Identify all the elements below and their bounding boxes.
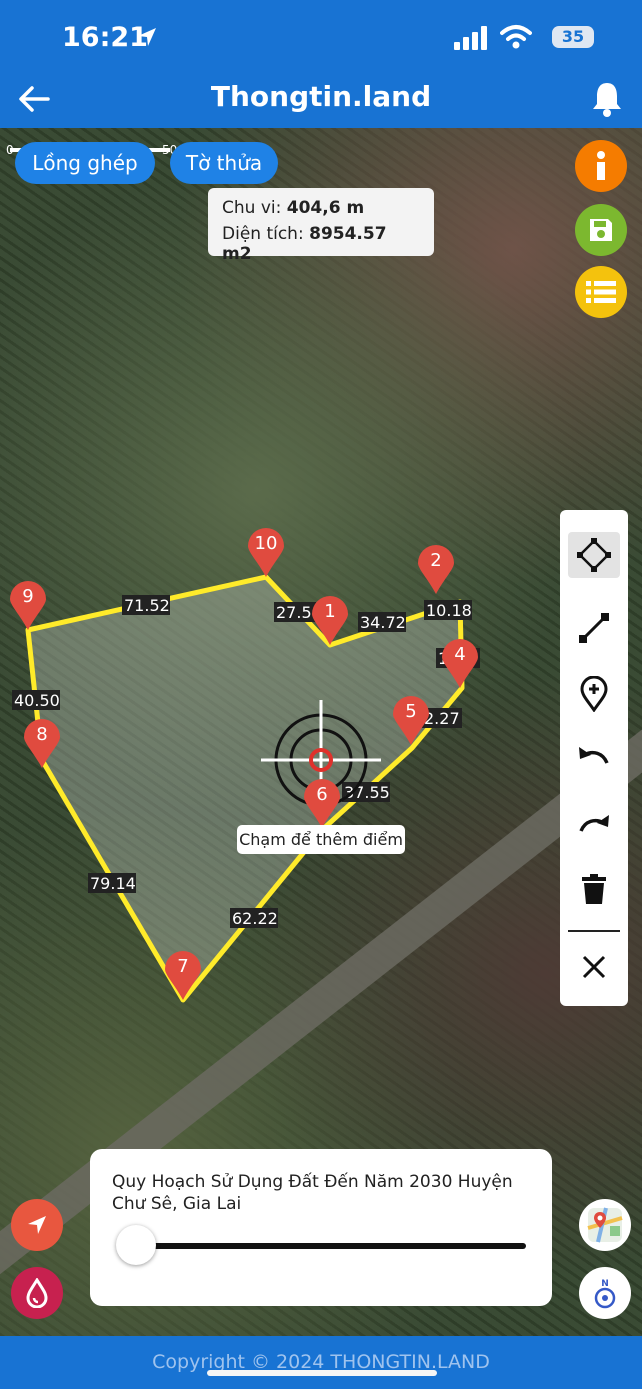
edge-label: 34.72 [360, 613, 406, 632]
vertex-pin[interactable]: 7 [165, 951, 201, 1000]
undo-icon [579, 747, 609, 764]
tab-parcel[interactable]: Tờ thửa [170, 142, 278, 184]
save-button[interactable] [575, 204, 627, 256]
edge-label: 71.52 [124, 596, 170, 615]
tab-overlay[interactable]: Lồng ghép [15, 142, 155, 184]
footer: Copyright © 2024 THONGTIN.LAND [0, 1336, 642, 1389]
polygon-icon [577, 538, 611, 572]
close-icon [582, 955, 606, 979]
line-tool-button[interactable] [568, 605, 620, 651]
measurement-box: Chu vi: 404,6 m Diện tích: 8954.57 m2 [208, 188, 434, 264]
svg-text:9: 9 [22, 586, 33, 607]
compass-button[interactable]: N [579, 1267, 631, 1319]
navigation-icon [28, 1216, 46, 1234]
edge-label: 10.18 [426, 601, 472, 620]
close-tool-button[interactable] [568, 944, 620, 990]
svg-text:8: 8 [36, 724, 47, 745]
svg-text:6: 6 [316, 784, 327, 805]
edge-label: 27.5 [276, 603, 312, 622]
opacity-button[interactable] [11, 1267, 63, 1319]
info-icon [597, 151, 605, 180]
delete-button[interactable] [568, 866, 620, 912]
home-indicator [207, 1370, 437, 1376]
list-icon [586, 281, 616, 303]
perimeter-value: 404,6 m [286, 198, 365, 218]
vertex-pin[interactable]: 2 [418, 545, 454, 594]
svg-text:4: 4 [454, 644, 465, 665]
edge-label: 40.50 [14, 691, 60, 710]
vertex-pin[interactable]: 10 [248, 528, 284, 577]
vertex-pin[interactable]: 9 [10, 581, 46, 630]
line-icon [579, 613, 609, 643]
redo-icon [579, 815, 609, 832]
add-location-icon [580, 676, 608, 712]
edge-label: 62.22 [232, 909, 278, 928]
svg-text:7: 7 [177, 956, 188, 977]
toolbar-divider [568, 930, 620, 932]
polygon-tool-button[interactable] [568, 532, 620, 578]
svg-text:N: N [601, 1279, 609, 1289]
parcel-polygon [25, 574, 465, 1003]
planning-card: Quy Hoạch Sử Dụng Đất Đến Năm 2030 Huyện… [90, 1149, 552, 1306]
svg-text:2: 2 [430, 550, 441, 571]
planning-title: Quy Hoạch Sử Dụng Đất Đến Năm 2030 Huyện… [112, 1172, 513, 1214]
map-icon [587, 1207, 623, 1243]
trash-icon [582, 874, 606, 904]
svg-text:5: 5 [405, 701, 416, 722]
save-icon [590, 219, 612, 241]
my-location-button[interactable] [11, 1199, 63, 1251]
map-layer-button[interactable] [579, 1199, 631, 1251]
list-button[interactable] [575, 266, 627, 318]
opacity-slider-knob[interactable] [116, 1225, 156, 1265]
redo-button[interactable] [568, 800, 620, 846]
add-point-button[interactable] [568, 671, 620, 717]
compass-icon: N [594, 1279, 616, 1309]
scale-start-label: 0 [6, 143, 14, 157]
svg-text:1: 1 [324, 601, 335, 622]
area-label: Diện tích: [222, 224, 304, 244]
perimeter-label: Chu vi: [222, 198, 282, 218]
edge-label: 79.14 [90, 874, 136, 893]
droplet-icon [26, 1278, 48, 1308]
opacity-slider-track[interactable] [136, 1243, 526, 1249]
info-button[interactable] [575, 140, 627, 192]
undo-button[interactable] [568, 732, 620, 778]
edge-label: 2.27 [424, 709, 460, 728]
tap-hint: Chạm để thêm điểm [237, 825, 405, 854]
svg-text:10: 10 [255, 533, 278, 554]
drawing-toolbar [560, 510, 628, 1006]
